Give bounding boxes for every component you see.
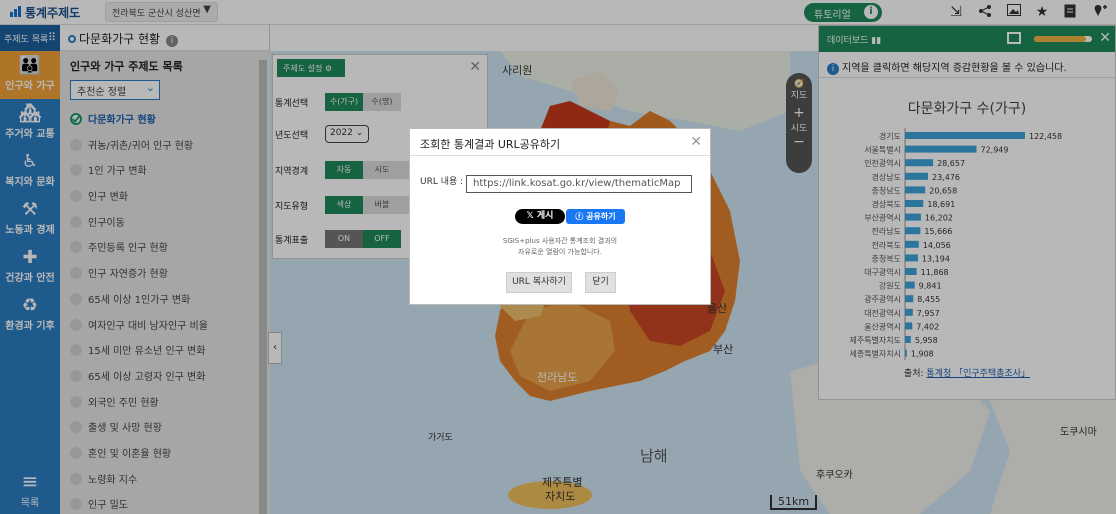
- url-label: URL 내용 :: [420, 177, 464, 187]
- copy-url-button[interactable]: URL 복사하기: [506, 272, 572, 293]
- close-button[interactable]: 닫기: [585, 272, 616, 293]
- url-field[interactable]: https://link.kosat.go.kr/view/thematicMa…: [466, 175, 692, 193]
- note-line: 자유로운 열람이 가능합니다.: [518, 248, 602, 256]
- modal-title: 조회한 통계결과 URL공유하기: [410, 129, 710, 156]
- close-icon[interactable]: ✕: [690, 134, 702, 150]
- app-root: 통계주제도 전라북도 군산시 성산면 ▼ 튜토리얼 i ⇲ ★ 주제도 목록 ⠿: [0, 0, 1116, 514]
- modal-note: SGIS+plus 사용자간 통계조회 결과의 자유로운 열람이 가능합니다.: [410, 236, 710, 258]
- share-url-modal: 조회한 통계결과 URL공유하기 ✕ URL 내용 : https://link…: [409, 128, 711, 305]
- facebook-share-button[interactable]: ⓕ 공유하기: [566, 209, 625, 224]
- note-line: SGIS+plus 사용자간 통계조회 결과의: [502, 237, 618, 245]
- x-share-button[interactable]: 𝕏 게시: [515, 209, 565, 224]
